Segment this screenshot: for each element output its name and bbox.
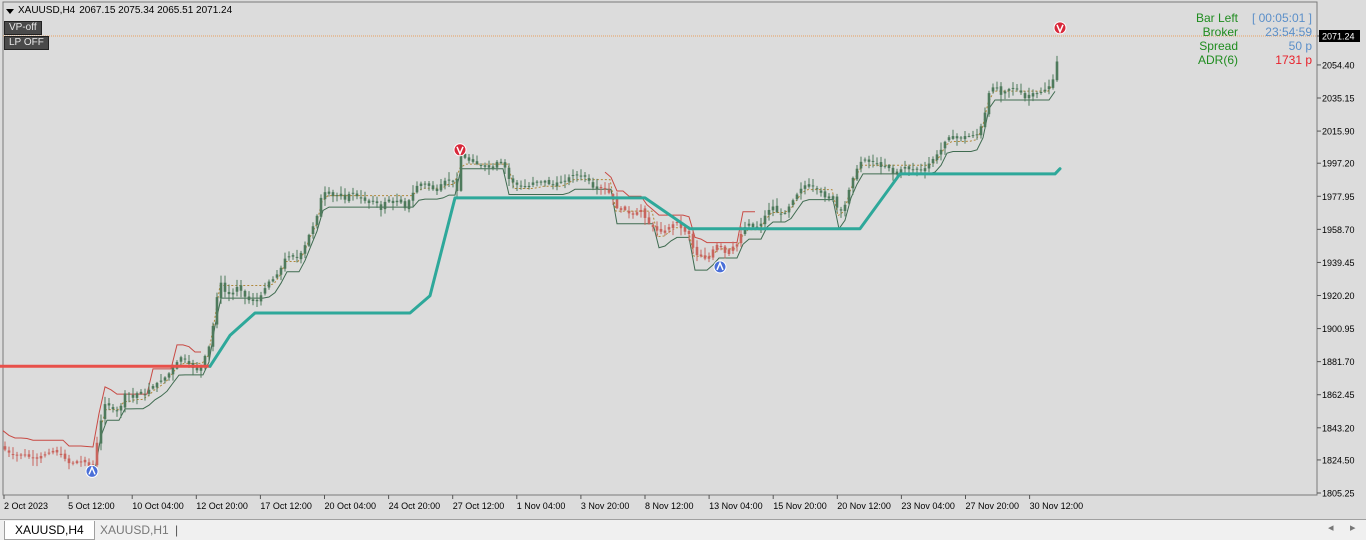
price-tick-label: 1881.70: [1322, 357, 1355, 367]
info-values: [ 00:05:01 ] 23:54:59 50 p 1731 p: [1240, 11, 1312, 67]
price-tick-label: 1958.70: [1322, 225, 1355, 235]
bar-left-value: [ 00:05:01 ]: [1251, 11, 1312, 25]
time-tick-label: 27 Oct 12:00: [453, 501, 505, 511]
price-chart[interactable]: 2071.24 2054.40 2035.15 2015.90 1997.20 1977.…: [0, 0, 1366, 519]
candle: [847, 187, 851, 206]
price-tick-label: 1805.25: [1322, 489, 1355, 499]
price-tick-label: 2054.40: [1322, 60, 1355, 70]
price-tick-label: 1824.50: [1322, 455, 1355, 465]
time-tick-label: 13 Nov 04:00: [709, 501, 763, 511]
time-tick-label: 20 Oct 04:00: [325, 501, 377, 511]
price-tick-label: 1939.45: [1322, 258, 1355, 268]
sell-signal-icon: [453, 143, 467, 157]
lp-toggle-button[interactable]: LP OFF: [4, 36, 49, 50]
broker-label: Broker: [1202, 25, 1238, 39]
tab-xauusd-h4[interactable]: XAUUSD,H4: [4, 521, 95, 540]
tab-xauusd-h1[interactable]: XAUUSD,H1: [90, 521, 179, 539]
candle: [307, 233, 311, 248]
time-tick-label: 23 Nov 04:00: [901, 501, 955, 511]
time-tick-label: 30 Nov 12:00: [1030, 501, 1084, 511]
ohlc-values: 2067.15 2075.34 2065.51 2071.24: [79, 5, 233, 16]
info-labels: Bar Left Broker Spread ADR(6): [1160, 11, 1238, 67]
sell-signal-icon: [1053, 21, 1067, 35]
price-tick-label: 1862.45: [1322, 390, 1355, 400]
time-tick-label: 10 Oct 04:00: [132, 501, 184, 511]
buy-signal-icon: [713, 260, 727, 274]
time-tick-label: 12 Oct 20:00: [196, 501, 248, 511]
spread-label: Spread: [1199, 39, 1238, 53]
time-tick-label: 2 Oct 2023: [4, 501, 48, 511]
chart-area[interactable]: 2071.24 2054.40 2035.15 2015.90 1997.20 1977.…: [0, 0, 1366, 519]
price-tick-label: 2071.24: [1322, 32, 1355, 42]
symbol-label: XAUUSD,H4: [18, 5, 76, 16]
time-tick-label: 15 Nov 20:00: [773, 501, 827, 511]
time-tick-label: 3 Nov 20:00: [581, 501, 630, 511]
price-tick-label: 1900.95: [1322, 324, 1355, 334]
chevron-down-icon[interactable]: [6, 8, 14, 14]
adr-value: 1731 p: [1275, 53, 1312, 67]
price-tick-label: 1977.95: [1322, 192, 1355, 202]
spread-value: 50 p: [1288, 39, 1312, 53]
scroll-right-icon[interactable]: ▸: [1350, 521, 1356, 534]
price-tick-label: 2015.90: [1322, 127, 1355, 137]
candle: [987, 90, 991, 117]
time-tick-label: 20 Nov 12:00: [837, 501, 891, 511]
time-tick-label: 8 Nov 12:00: [645, 501, 694, 511]
time-tick-label: 5 Oct 12:00: [68, 501, 115, 511]
scroll-left-icon[interactable]: ◂: [1328, 521, 1334, 534]
candle: [215, 292, 219, 329]
vp-toggle-button[interactable]: VP-off: [4, 21, 42, 35]
adr-label: ADR(6): [1197, 53, 1238, 67]
time-tick-label: 24 Oct 20:00: [389, 501, 441, 511]
price-tick-label: 1920.20: [1322, 291, 1355, 301]
price-tick-label: 1997.20: [1322, 159, 1355, 169]
chart-header: XAUUSD,H4 2067.15 2075.34 2065.51 2071.2…: [6, 5, 232, 16]
time-tick-label: 1 Nov 04:00: [517, 501, 566, 511]
time-tick-label: 27 Nov 20:00: [966, 501, 1020, 511]
bar-left-label: Bar Left: [1195, 11, 1238, 25]
price-tick-label: 1843.20: [1322, 423, 1355, 433]
tab-divider: |: [175, 523, 179, 537]
chart-tab-bar: XAUUSD,H4 XAUUSD,H1 | ◂ ▸: [0, 519, 1366, 540]
time-tick-label: 17 Oct 12:00: [260, 501, 312, 511]
broker-value: 23:54:59: [1265, 25, 1312, 39]
price-tick-label: 2035.15: [1322, 94, 1355, 104]
buy-signal-icon: [85, 464, 99, 478]
